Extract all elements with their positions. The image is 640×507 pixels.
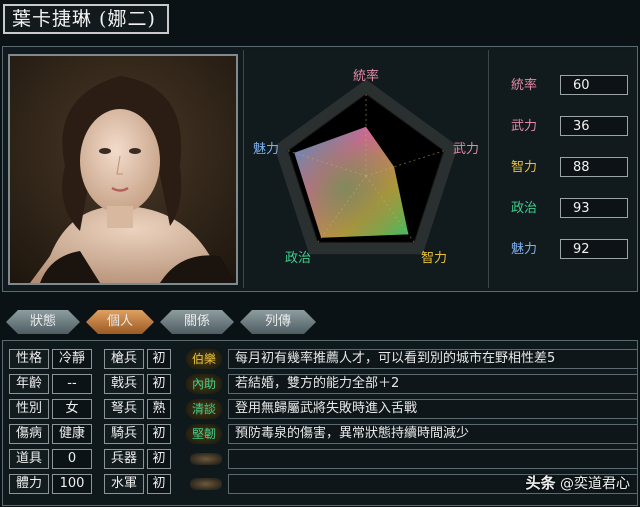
troop-rank: 初 — [147, 449, 171, 469]
stats-list: 統率 60 武力 36 智力 88 政治 93 魅力 92 — [490, 50, 636, 288]
attr-label: 年齡 — [9, 374, 49, 394]
attr-value: 100 — [52, 474, 92, 494]
attr-value: -- — [52, 374, 92, 394]
stat-value: 60 — [560, 75, 628, 95]
skill-description-empty — [228, 449, 638, 469]
attr-label: 性格 — [9, 349, 49, 369]
empty-skill-slot — [190, 478, 222, 490]
watermark: 头条 @奕道君心 — [526, 472, 630, 493]
stat-value: 93 — [560, 198, 628, 218]
radar-axis-label: 政治 — [285, 251, 311, 266]
tab-biography[interactable]: 列傳 — [240, 310, 316, 334]
radar-axis-label: 武力 — [453, 142, 479, 157]
attr-label: 體力 — [9, 474, 49, 494]
skill-description: 每月初有幾率推薦人才，可以看到別的城市在野相性差5 — [228, 349, 638, 369]
troop-rank: 初 — [147, 424, 171, 444]
troop-rank: 初 — [147, 474, 171, 494]
skill-description: 預防毒泉的傷害，異常狀態持續時間減少 — [228, 424, 638, 444]
tab-status[interactable]: 狀態 — [6, 310, 80, 334]
stat-value: 36 — [560, 116, 628, 136]
stat-label: 統率 — [510, 78, 537, 93]
troop-rank: 初 — [147, 374, 171, 394]
troop-label: 兵器 — [104, 449, 144, 469]
stat-label: 魅力 — [510, 242, 537, 257]
stat-label: 智力 — [510, 160, 537, 175]
watermark-brand: 头条 — [525, 474, 556, 492]
tab-relations[interactable]: 關係 — [160, 310, 234, 334]
troop-rank: 熟 — [147, 399, 171, 419]
radar-axis-label: 魅力 — [253, 142, 279, 157]
tab-personal[interactable]: 個人 — [86, 310, 154, 334]
attr-value: 0 — [52, 449, 92, 469]
skill-name[interactable]: 伯樂 — [186, 349, 222, 369]
character-name-title: 葉卡捷琳 (娜二) — [3, 4, 169, 34]
skill-name[interactable]: 清談 — [186, 399, 222, 419]
attr-label: 傷病 — [9, 424, 49, 444]
radar-axis-label: 統率 — [353, 68, 379, 84]
portrait-image — [10, 56, 236, 283]
stats-radar-chart: 統率武力智力 政治 魅力 — [243, 50, 489, 288]
attr-value: 女 — [52, 399, 92, 419]
radar-axis-label: 智力 — [421, 251, 447, 266]
troop-rank: 初 — [147, 349, 171, 369]
troop-label: 槍兵 — [104, 349, 144, 369]
radar-svg: 統率武力智力 政治 魅力 — [253, 68, 479, 266]
character-portrait — [8, 54, 238, 285]
stat-label: 政治 — [510, 201, 537, 216]
troop-label: 騎兵 — [104, 424, 144, 444]
troop-label: 水軍 — [104, 474, 144, 494]
attr-value: 冷靜 — [52, 349, 92, 369]
skill-description: 登用無歸屬武將失敗時進入舌戰 — [228, 399, 638, 419]
attr-value: 健康 — [52, 424, 92, 444]
skill-description: 若結婚，雙方的能力全部＋2 — [228, 374, 638, 394]
empty-skill-slot — [190, 453, 222, 465]
stat-value: 92 — [560, 239, 628, 259]
attr-label: 性別 — [9, 399, 49, 419]
skill-name[interactable]: 堅韌 — [186, 424, 222, 444]
attr-label: 道具 — [9, 449, 49, 469]
troop-label: 戟兵 — [104, 374, 144, 394]
troop-label: 弩兵 — [104, 399, 144, 419]
info-tabs: 狀態 個人 關係 列傳 — [0, 310, 640, 336]
stat-label: 武力 — [510, 119, 537, 134]
watermark-handle: @奕道君心 — [560, 476, 630, 492]
skill-name[interactable]: 內助 — [186, 374, 222, 394]
stat-value: 88 — [560, 157, 628, 177]
